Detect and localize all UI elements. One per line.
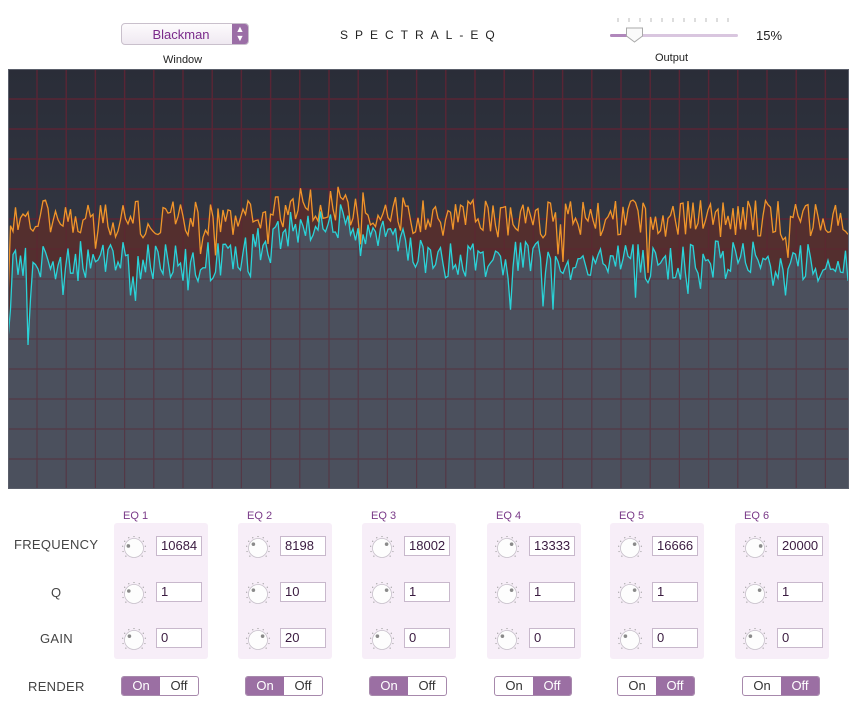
frequency-field[interactable]: 18002: [404, 536, 450, 556]
render-off-option[interactable]: Off: [408, 677, 446, 695]
q-row-label: Q: [51, 585, 62, 600]
render-toggle[interactable]: On Off: [617, 676, 695, 696]
eq-band-title: EQ 1: [123, 510, 149, 522]
frequency-knob[interactable]: [122, 536, 146, 560]
window-select[interactable]: Blackman ▲ ▼: [121, 23, 249, 45]
q-field[interactable]: 1: [529, 582, 575, 602]
eq-band-title: EQ 4: [496, 510, 522, 522]
eq-band-title: EQ 6: [744, 510, 770, 522]
q-knob[interactable]: [370, 582, 394, 606]
spectrum-display: [8, 69, 849, 489]
frequency-knob[interactable]: [495, 536, 519, 560]
render-off-option[interactable]: Off: [656, 677, 694, 695]
render-toggle[interactable]: On Off: [121, 676, 199, 696]
eq-band-title: EQ 2: [247, 510, 273, 522]
render-toggle[interactable]: On Off: [494, 676, 572, 696]
render-on-option[interactable]: On: [122, 677, 160, 695]
gain-field[interactable]: 0: [529, 628, 575, 648]
gain-field[interactable]: 0: [777, 628, 823, 648]
q-knob[interactable]: [618, 582, 642, 606]
frequency-knob[interactable]: [370, 536, 394, 560]
q-knob[interactable]: [122, 582, 146, 606]
gain-knob[interactable]: [743, 628, 767, 652]
window-select-value: Blackman: [152, 27, 210, 42]
gain-field[interactable]: 0: [652, 628, 698, 648]
gain-field[interactable]: 0: [404, 628, 450, 648]
window-label: Window: [163, 54, 203, 66]
frequency-field[interactable]: 10684: [156, 536, 202, 556]
gain-knob[interactable]: [370, 628, 394, 652]
render-on-option[interactable]: On: [743, 677, 781, 695]
frequency-field[interactable]: 13333: [529, 536, 575, 556]
render-off-option[interactable]: Off: [781, 677, 819, 695]
q-knob[interactable]: [246, 582, 270, 606]
gain-knob[interactable]: [246, 628, 270, 652]
render-off-option[interactable]: Off: [533, 677, 571, 695]
gain-knob[interactable]: [122, 628, 146, 652]
eq-band-title: EQ 3: [371, 510, 397, 522]
gain-field[interactable]: 0: [156, 628, 202, 648]
q-field[interactable]: 10: [280, 582, 326, 602]
frequency-row-label: FREQUENCY: [14, 537, 99, 552]
frequency-knob[interactable]: [246, 536, 270, 560]
render-row-label: RENDER: [28, 679, 85, 694]
gain-knob[interactable]: [618, 628, 642, 652]
render-toggle[interactable]: On Off: [245, 676, 323, 696]
render-off-option[interactable]: Off: [284, 677, 322, 695]
q-field[interactable]: 1: [777, 582, 823, 602]
q-field[interactable]: 1: [156, 582, 202, 602]
output-label: Output: [655, 52, 689, 64]
output-slider[interactable]: [610, 14, 738, 48]
render-off-option[interactable]: Off: [160, 677, 198, 695]
render-toggle[interactable]: On Off: [742, 676, 820, 696]
render-on-option[interactable]: On: [246, 677, 284, 695]
render-toggle[interactable]: On Off: [369, 676, 447, 696]
gain-field[interactable]: 20: [280, 628, 326, 648]
frequency-field[interactable]: 20000: [777, 536, 823, 556]
render-on-option[interactable]: On: [370, 677, 408, 695]
chevron-updown-icon: ▲ ▼: [232, 24, 248, 44]
render-on-option[interactable]: On: [495, 677, 533, 695]
output-value: 15%: [756, 28, 783, 43]
q-knob[interactable]: [495, 582, 519, 606]
gain-knob[interactable]: [495, 628, 519, 652]
q-field[interactable]: 1: [652, 582, 698, 602]
frequency-field[interactable]: 16666: [652, 536, 698, 556]
frequency-field[interactable]: 8198: [280, 536, 326, 556]
page-title: SPECTRAL-EQ: [340, 28, 502, 42]
q-field[interactable]: 1: [404, 582, 450, 602]
frequency-knob[interactable]: [743, 536, 767, 560]
eq-band-title: EQ 5: [619, 510, 645, 522]
render-on-option[interactable]: On: [618, 677, 656, 695]
q-knob[interactable]: [743, 582, 767, 606]
gain-row-label: GAIN: [40, 631, 73, 646]
frequency-knob[interactable]: [618, 536, 642, 560]
